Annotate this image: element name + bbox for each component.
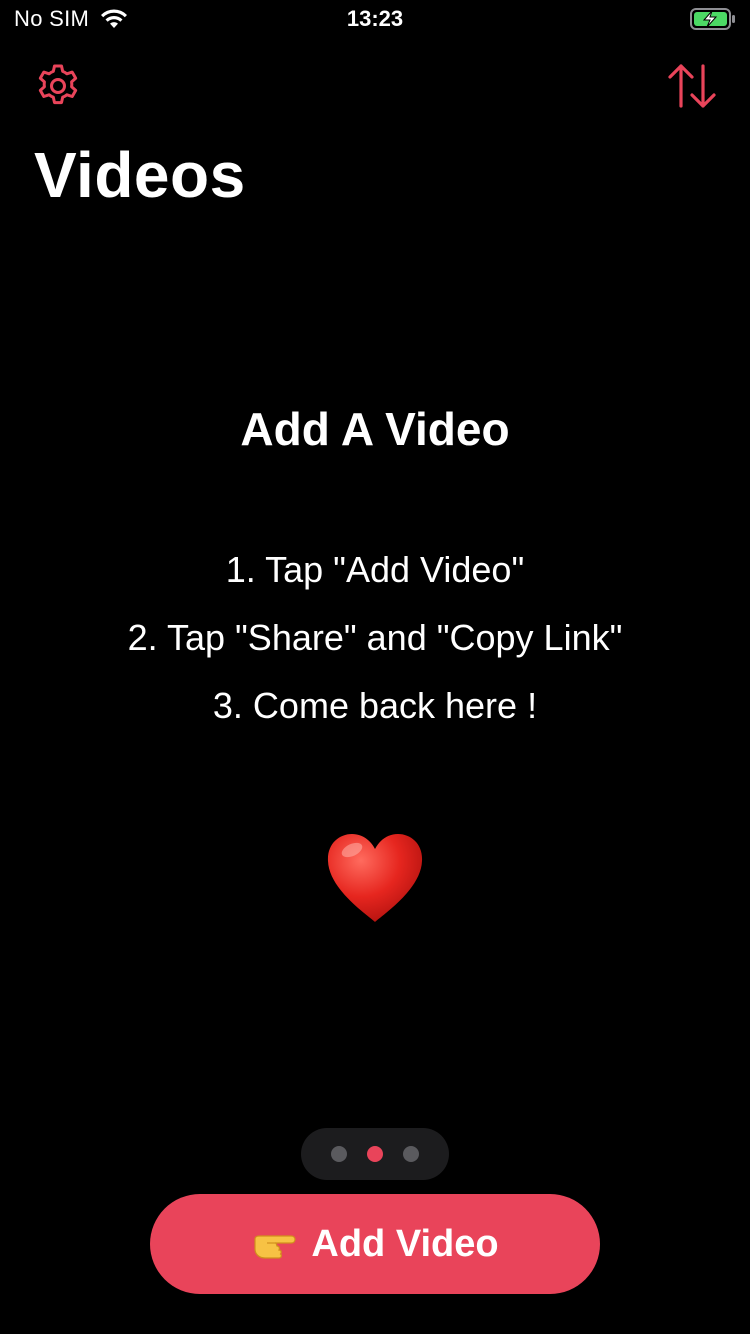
page-title: Videos [34,139,246,211]
gear-icon [38,64,78,105]
instruction-step: 2. Tap "Share" and "Copy Link" [127,617,623,658]
battery-charging-icon [690,8,735,30]
pointing-hand-icon [254,1235,296,1259]
settings-button[interactable] [32,60,84,112]
status-time: 13:23 [346,6,404,31]
page-dot[interactable] [331,1146,347,1162]
status-bar: No SIM 13:23 [0,0,750,40]
sort-button[interactable] [666,60,718,112]
page-indicator [301,1128,449,1180]
page-dot-active[interactable] [367,1146,383,1162]
heart-icon [327,834,423,922]
sort-arrows-icon [668,64,716,108]
instruction-step: 3. Come back here ! [212,685,538,726]
instruction-list: 1. Tap "Add Video" 2. Tap "Share" and "C… [0,546,750,750]
instruction-step: 1. Tap "Add Video" [225,549,525,590]
add-video-button[interactable]: Add Video [150,1194,600,1294]
add-video-label: Add Video [311,1222,499,1265]
page-dot[interactable] [403,1146,419,1162]
empty-state-heading: Add A Video [240,403,510,455]
